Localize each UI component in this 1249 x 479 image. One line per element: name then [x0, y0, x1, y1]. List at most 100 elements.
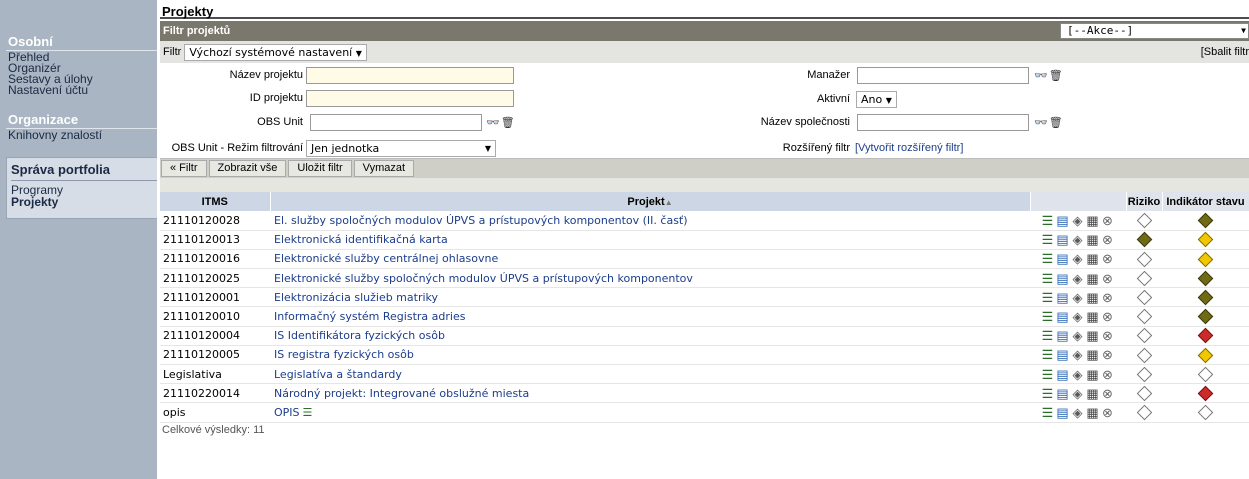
- column-header-risk[interactable]: Riziko: [1126, 192, 1163, 211]
- gantt-icon[interactable]: ☰: [1041, 252, 1055, 265]
- project-link[interactable]: Elektronické služby centrálnej ohlasovne: [270, 249, 1030, 270]
- gantt-icon[interactable]: ☰: [1041, 406, 1055, 419]
- filter-button[interactable]: « Filtr: [161, 160, 207, 177]
- gantt-icon[interactable]: ☰: [1041, 387, 1055, 400]
- grid-icon[interactable]: ▦: [1086, 348, 1100, 361]
- gantt-icon[interactable]: ☰: [1041, 329, 1055, 342]
- collapse-filter-link[interactable]: [Sbalit filtr: [1201, 46, 1249, 58]
- tasks-icon[interactable]: ▤: [1056, 329, 1070, 342]
- sidebar-item-knihovny[interactable]: Knihovny znalostí: [0, 129, 157, 141]
- project-link[interactable]: IS registra fyzických osôb: [270, 345, 1030, 366]
- trash-icon[interactable]: 🗑: [1049, 70, 1064, 82]
- filter-preset-select[interactable]: Výchozí systémové nastavení ▼: [184, 43, 367, 61]
- grid-icon[interactable]: ▦: [1086, 406, 1100, 419]
- gantt-icon[interactable]: ☰: [1041, 368, 1055, 381]
- link-icon[interactable]: ⊗: [1101, 233, 1115, 246]
- project-id-label: ID projektu: [249, 92, 303, 104]
- team-icon[interactable]: ◈: [1071, 214, 1085, 227]
- grid-icon[interactable]: ▦: [1086, 310, 1100, 323]
- actions-select[interactable]: [--Akce--] ▼: [1060, 23, 1249, 39]
- tasks-icon[interactable]: ▤: [1056, 406, 1070, 419]
- grid-icon[interactable]: ▦: [1086, 291, 1100, 304]
- active-label: Aktivní: [816, 93, 850, 105]
- link-icon[interactable]: ⊗: [1101, 252, 1115, 265]
- status-cell: [1162, 268, 1249, 289]
- trash-icon[interactable]: 🗑: [501, 117, 516, 129]
- gantt-icon[interactable]: ☰: [1041, 291, 1055, 304]
- tasks-icon[interactable]: ▤: [1056, 310, 1070, 323]
- link-icon[interactable]: ⊗: [1101, 310, 1115, 323]
- project-link[interactable]: Elektronizácia služieb matriky: [270, 287, 1030, 308]
- team-icon[interactable]: ◈: [1071, 233, 1085, 246]
- grid-icon[interactable]: ▦: [1086, 252, 1100, 265]
- project-id-input[interactable]: [306, 90, 514, 107]
- team-icon[interactable]: ◈: [1071, 252, 1085, 265]
- save-filter-button[interactable]: Uložit filtr: [288, 160, 352, 177]
- table-row: 21110120004 IS Identifikátora fyzických o…: [160, 326, 1249, 346]
- link-icon[interactable]: ⊗: [1101, 406, 1115, 419]
- link-icon[interactable]: ⊗: [1101, 348, 1115, 361]
- link-icon[interactable]: ⊗: [1101, 291, 1115, 304]
- project-link[interactable]: IS Identifikátora fyzických osôb: [270, 326, 1030, 346]
- project-link[interactable]: OPIS ☰: [270, 402, 1030, 423]
- tasks-icon[interactable]: ▤: [1056, 387, 1070, 400]
- company-input[interactable]: [857, 114, 1029, 131]
- project-link[interactable]: Legislatíva a štandardy: [270, 364, 1030, 385]
- tasks-icon[interactable]: ▤: [1056, 368, 1070, 381]
- tasks-icon[interactable]: ▤: [1056, 272, 1070, 285]
- team-icon[interactable]: ◈: [1071, 348, 1085, 361]
- active-select[interactable]: Ano ▼: [856, 91, 897, 108]
- gantt-icon[interactable]: ☰: [1041, 310, 1055, 323]
- link-icon[interactable]: ⊗: [1101, 387, 1115, 400]
- project-name-input[interactable]: [306, 67, 514, 84]
- column-header-project[interactable]: Projekt▲: [270, 192, 1031, 211]
- team-icon[interactable]: ◈: [1071, 310, 1085, 323]
- trash-icon[interactable]: 🗑: [1049, 117, 1064, 129]
- manager-input[interactable]: [857, 67, 1029, 84]
- sidebar-item-nastaveni[interactable]: Nastavení účtu: [0, 84, 157, 96]
- show-all-button[interactable]: Zobrazit vše: [208, 160, 287, 177]
- tasks-icon[interactable]: ▤: [1056, 348, 1070, 361]
- status-cell: [1162, 306, 1249, 327]
- team-icon[interactable]: ◈: [1071, 387, 1085, 400]
- binoculars-icon[interactable]: 👓: [486, 117, 501, 129]
- grid-icon[interactable]: ▦: [1086, 233, 1100, 246]
- project-link[interactable]: Elektronické služby spoločných modulov Ú…: [270, 268, 1030, 289]
- link-icon[interactable]: ⊗: [1101, 368, 1115, 381]
- team-icon[interactable]: ◈: [1071, 272, 1085, 285]
- grid-icon[interactable]: ▦: [1086, 387, 1100, 400]
- binoculars-icon[interactable]: 👓: [1034, 70, 1049, 82]
- tasks-icon[interactable]: ▤: [1056, 252, 1070, 265]
- team-icon[interactable]: ◈: [1071, 406, 1085, 419]
- gantt-icon[interactable]: ☰: [1041, 272, 1055, 285]
- grid-icon[interactable]: ▦: [1086, 214, 1100, 227]
- project-link[interactable]: Národný projekt: Integrované obslužné mi…: [270, 383, 1030, 404]
- project-link[interactable]: El. služby spoločných modulov ÚPVS a prí…: [270, 211, 1030, 231]
- grid-icon[interactable]: ▦: [1086, 368, 1100, 381]
- link-icon[interactable]: ⊗: [1101, 214, 1115, 227]
- tasks-icon[interactable]: ▤: [1056, 233, 1070, 246]
- obs-mode-select[interactable]: Jen jednotka ▼: [306, 140, 496, 157]
- project-link[interactable]: Informačný systém Registra adries: [270, 306, 1030, 327]
- team-icon[interactable]: ◈: [1071, 329, 1085, 342]
- team-icon[interactable]: ◈: [1071, 368, 1085, 381]
- clear-button[interactable]: Vymazat: [353, 160, 415, 177]
- grid-icon[interactable]: ▦: [1086, 329, 1100, 342]
- link-icon[interactable]: ⊗: [1101, 272, 1115, 285]
- obs-unit-input[interactable]: [310, 114, 482, 131]
- column-header-itms[interactable]: ITMS: [160, 192, 271, 211]
- extended-filter-link[interactable]: [Vytvořit rozšířený filtr]: [855, 142, 963, 154]
- sidebar-item-projekty[interactable]: Projekty: [11, 196, 157, 208]
- gantt-icon[interactable]: ☰: [1041, 233, 1055, 246]
- project-link[interactable]: Elektronická identifikačná karta: [270, 230, 1030, 250]
- column-header-status[interactable]: Indikátor stavu: [1162, 192, 1249, 211]
- gantt-icon[interactable]: ☰: [1041, 214, 1055, 227]
- team-icon[interactable]: ◈: [1071, 291, 1085, 304]
- gantt-icon[interactable]: ☰: [1041, 348, 1055, 361]
- tasks-icon[interactable]: ▤: [1056, 291, 1070, 304]
- binoculars-icon[interactable]: 👓: [1034, 117, 1049, 129]
- tasks-icon[interactable]: ▤: [1056, 214, 1070, 227]
- grid-icon[interactable]: ▦: [1086, 272, 1100, 285]
- gantt-icon[interactable]: ☰: [303, 406, 313, 419]
- link-icon[interactable]: ⊗: [1101, 329, 1115, 342]
